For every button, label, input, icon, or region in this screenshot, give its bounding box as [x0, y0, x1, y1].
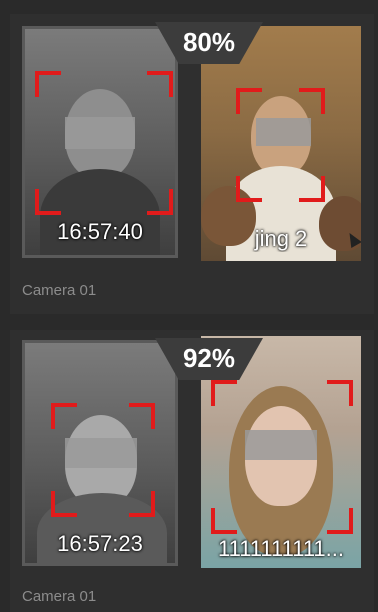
- camera-label: Camera 01: [22, 588, 97, 605]
- face-box-corner: [236, 88, 262, 114]
- face-box-corner: [51, 491, 77, 517]
- face-box-corner: [327, 508, 353, 534]
- privacy-blur: [256, 118, 311, 146]
- face-box-corner: [147, 189, 173, 215]
- face-box-corner: [147, 71, 173, 97]
- captured-face-thumbnail[interactable]: 16:57:23: [22, 340, 178, 566]
- face-box-corner: [211, 508, 237, 534]
- face-box-corner: [35, 189, 61, 215]
- face-box-corner: [236, 176, 262, 202]
- privacy-blur: [65, 438, 137, 468]
- capture-time: 16:57:23: [57, 531, 143, 556]
- face-box-corner: [327, 380, 353, 406]
- face-box-corner: [51, 403, 77, 429]
- person-name: 1111111111...: [218, 536, 344, 561]
- match-card[interactable]: 16:57:40 jing 2 80% Camera 01: [10, 14, 374, 314]
- face-box-corner: [299, 88, 325, 114]
- person-name: jing 2: [254, 226, 308, 251]
- capture-time: 16:57:40: [57, 219, 143, 244]
- camera-label: Camera 01: [22, 282, 97, 299]
- face-box-corner: [129, 491, 155, 517]
- face-box-corner: [35, 71, 61, 97]
- captured-face-thumbnail[interactable]: 16:57:40: [22, 26, 178, 258]
- face-box-corner: [129, 403, 155, 429]
- match-card[interactable]: 16:57:23 1111111111... 92% Camera 01: [10, 330, 374, 612]
- privacy-blur: [245, 430, 317, 460]
- face-box-corner: [299, 176, 325, 202]
- privacy-blur: [65, 117, 135, 149]
- face-box-corner: [211, 380, 237, 406]
